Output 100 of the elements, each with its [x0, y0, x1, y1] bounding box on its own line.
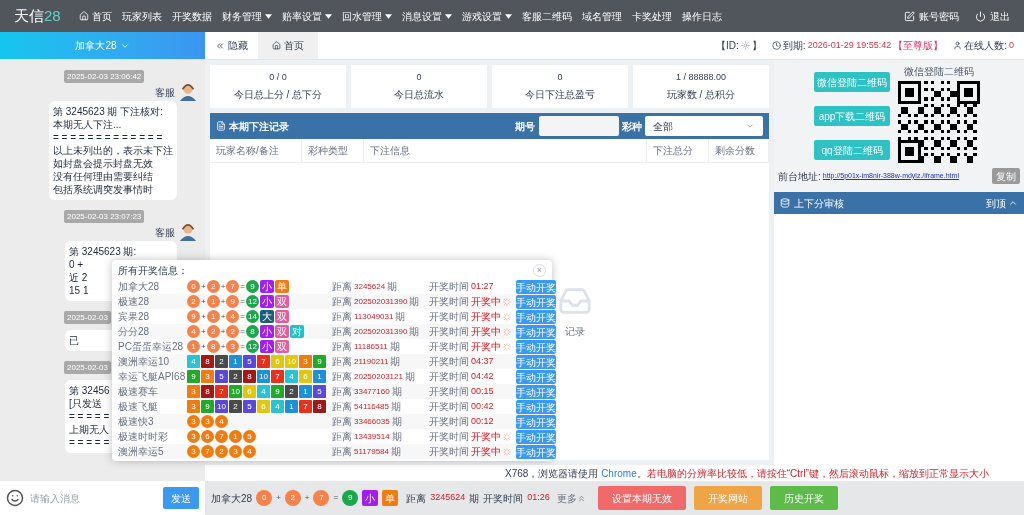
- manual-draw-button[interactable]: 手动开奖: [516, 279, 556, 294]
- number-tile: 9: [187, 370, 200, 383]
- lottery-name: 极速时时彩: [118, 430, 169, 444]
- panel-title: 上下分审核: [794, 196, 844, 211]
- period-number: 113049031: [354, 310, 394, 323]
- logout-link[interactable]: 退出: [975, 8, 1010, 24]
- distance-label: 距离: [332, 325, 352, 339]
- stat-value: 1 / 88888.00: [675, 70, 726, 84]
- result-tag: 小: [260, 280, 274, 293]
- result-tag: 小: [260, 295, 274, 308]
- qr-title: 微信登陆二维码: [904, 65, 974, 79]
- manual-draw-button[interactable]: 手动开奖: [516, 369, 556, 384]
- nav-item[interactable]: 开奖数据: [171, 8, 212, 24]
- emoji-icon[interactable]: [6, 489, 24, 507]
- message-line: 上期无人: [69, 423, 109, 436]
- chrome-link[interactable]: Chrome: [601, 467, 637, 479]
- number-tile: 4: [285, 370, 298, 383]
- manual-draw-button[interactable]: 手动开奖: [516, 414, 556, 429]
- period-unit: 期: [469, 491, 480, 506]
- number-tile: 3: [187, 400, 200, 413]
- column-header: 下注总分: [647, 139, 709, 162]
- nav-item[interactable]: 回水管理: [341, 8, 392, 24]
- message-line: 第 3245623 期 下注核对:: [53, 105, 164, 118]
- operator-sign: +: [201, 310, 206, 323]
- distance-label: 距离: [332, 385, 352, 399]
- manual-draw-button[interactable]: 手动开奖: [516, 294, 556, 309]
- message-line: 如封盘会提示封盘无效: [53, 157, 153, 170]
- chevron-up-icon: [1008, 198, 1018, 208]
- manual-draw-button[interactable]: 手动开奖: [516, 354, 556, 369]
- manual-draw-button[interactable]: 手动开奖: [516, 324, 556, 339]
- panel-title: 本期下注记录: [229, 119, 289, 134]
- number-tile: 1: [285, 400, 298, 413]
- number-tile: 5: [243, 400, 256, 413]
- number-tile: 4: [257, 385, 270, 398]
- operator-sign: +: [201, 340, 206, 353]
- nav-item[interactable]: 赔率设置: [281, 8, 332, 24]
- resolution-notice: X768，浏览器请使用 Chrome。若电脑的分辨率比较低，请按住“Ctrl”键，然后滚动鼠标，缩放到正常显示大小: [505, 466, 989, 481]
- nav-item[interactable]: 消息设置: [401, 8, 452, 24]
- period-number: 202502031390: [354, 295, 408, 308]
- qr-code-button[interactable]: qq登陆二维码: [814, 140, 890, 160]
- hide-button[interactable]: 隐藏: [205, 32, 258, 59]
- period-unit: 期: [395, 310, 406, 324]
- send-button[interactable]: 发送: [163, 487, 199, 509]
- page-tab[interactable]: 首页: [258, 32, 318, 59]
- nav-item[interactable]: 客服二维码: [521, 8, 572, 24]
- manual-draw-button[interactable]: 手动开奖: [516, 444, 556, 459]
- manual-draw-button[interactable]: 手动开奖: [516, 384, 556, 399]
- distance-label: 距离: [332, 280, 352, 294]
- nav-item[interactable]: 操作日志: [681, 8, 722, 24]
- number-tile: 10: [257, 370, 270, 383]
- message-line: 本期无人下注...: [53, 118, 122, 131]
- action-button[interactable]: 开奖网站: [693, 486, 762, 510]
- period-unit: 期: [409, 295, 420, 309]
- avatar-icon: [179, 83, 197, 101]
- draw-time-label: 开奖时间: [429, 355, 469, 369]
- action-button[interactable]: 历史开奖: [769, 486, 838, 510]
- action-button[interactable]: 设置本期无效: [597, 486, 686, 510]
- double-chevron-up-icon: [576, 493, 586, 503]
- nav-item[interactable]: 首页: [78, 8, 112, 24]
- result-tag: 对: [290, 325, 304, 338]
- qr-code-button[interactable]: 微信登陆二维码: [814, 72, 890, 92]
- nav-item[interactable]: 财务管理: [221, 8, 272, 24]
- manual-draw-button[interactable]: 手动开奖: [516, 309, 556, 324]
- nav-item[interactable]: 域名管理: [581, 8, 622, 24]
- operator-sign: +: [276, 492, 281, 504]
- stat-label: 玩家数 / 总积分: [666, 88, 736, 103]
- number-tile: 7: [257, 355, 270, 368]
- operator-sign: =: [240, 340, 245, 353]
- sender-name: 客服: [155, 225, 175, 240]
- stat-label: 今日总上分 / 总下分: [233, 88, 323, 103]
- draw-time: 00:12: [471, 414, 494, 428]
- period-unit: 期: [390, 355, 401, 369]
- manual-draw-button[interactable]: 手动开奖: [516, 429, 556, 444]
- message-line: 15 1: [69, 284, 89, 297]
- number-tile: 1: [229, 355, 242, 368]
- draw-time: 01:27: [471, 279, 494, 293]
- lottery-type-label: 彩种: [622, 119, 642, 134]
- draw-time: 开奖中: [471, 295, 501, 309]
- loading-icon: [503, 432, 511, 441]
- message-timestamp: 2025-02-03 23:07:23: [64, 210, 145, 223]
- distance-label: 距离: [332, 430, 352, 444]
- qr-code-button[interactable]: app下载二维码: [814, 106, 890, 126]
- lottery-type-select[interactable]: 全部: [645, 116, 763, 136]
- nav-item[interactable]: 游戏设置: [461, 8, 512, 24]
- number-tile: 9: [201, 400, 214, 413]
- period-field[interactable]: [539, 116, 619, 136]
- copy-button[interactable]: 复制: [992, 168, 1020, 184]
- sun-icon: [740, 41, 750, 50]
- stat-label: 今日总流水: [394, 88, 444, 103]
- room-selector[interactable]: 加拿大28: [0, 32, 205, 59]
- more-link[interactable]: 更多: [556, 490, 586, 506]
- nav-item[interactable]: 玩家列表: [121, 8, 162, 24]
- scroll-top-link[interactable]: 到顶: [986, 195, 1018, 211]
- draw-time-label: 开奖时间: [429, 295, 469, 309]
- nav-item[interactable]: 卡奖处理: [631, 8, 672, 24]
- account-link[interactable]: 账号密码: [904, 8, 959, 24]
- draw-time-label: 开奖时间: [429, 370, 469, 384]
- message-line: [只发送: [69, 397, 102, 410]
- manual-draw-button[interactable]: 手动开奖: [516, 339, 556, 354]
- manual-draw-button[interactable]: 手动开奖: [516, 399, 556, 414]
